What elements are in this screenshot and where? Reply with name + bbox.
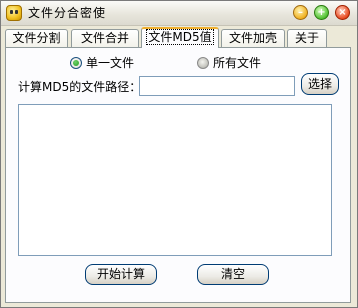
radio-single-file[interactable] [70, 57, 82, 69]
tab-file-merge[interactable]: 文件合并 [71, 29, 139, 47]
tab-file-split[interactable]: 文件分割 [5, 29, 68, 47]
title-bar[interactable]: 文件分合密使 – + × [1, 1, 357, 26]
tab-label: 文件加壳 [228, 31, 277, 45]
start-calc-button[interactable]: 开始计算 [85, 264, 157, 285]
clear-button[interactable]: 清空 [197, 264, 269, 285]
app-window: 文件分合密使 – + × 文件分割 文件合并 文件MD5值 文件加壳 关于 单一… [0, 0, 358, 308]
tab-strip: 文件分割 文件合并 文件MD5值 文件加壳 关于 [5, 27, 353, 48]
close-icon[interactable]: × [335, 5, 350, 20]
file-path-field[interactable] [139, 76, 295, 96]
maximize-icon[interactable]: + [314, 5, 329, 20]
tab-file-md5[interactable]: 文件MD5值 [141, 27, 219, 48]
tab-label: 文件MD5值 [146, 29, 214, 45]
tab-about[interactable]: 关于 [287, 29, 327, 47]
tab-label: 文件合并 [80, 31, 129, 45]
radio-single-file-label: 单一文件 [86, 56, 135, 70]
file-path-input[interactable] [140, 77, 294, 95]
tab-label: 关于 [294, 31, 319, 45]
radio-all-files[interactable] [197, 57, 209, 69]
minimize-icon[interactable]: – [293, 5, 308, 20]
window-title: 文件分合密使 [28, 6, 107, 20]
tab-label: 文件分割 [12, 31, 61, 45]
md5-result-area[interactable] [18, 104, 332, 256]
tab-file-shell[interactable]: 文件加壳 [221, 29, 285, 47]
md5-panel: 单一文件 所有文件 计算MD5的文件路径： 选择 开始计算 清空 [5, 47, 351, 303]
path-label: 计算MD5的文件路径： [18, 80, 142, 94]
choose-button[interactable]: 选择 [301, 73, 339, 95]
app-logo-icon [6, 5, 22, 21]
radio-all-files-label: 所有文件 [213, 56, 262, 70]
